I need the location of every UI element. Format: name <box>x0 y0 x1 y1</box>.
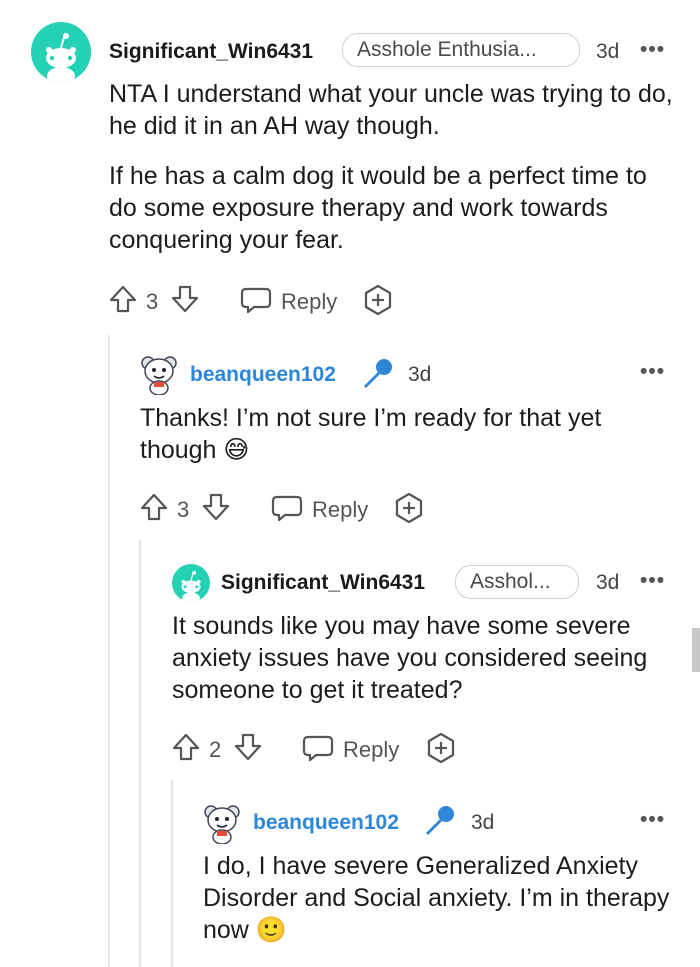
comment-age: 3d <box>408 363 432 386</box>
comment-body: Thanks! I’m not sure I’m ready for that … <box>140 402 660 466</box>
reply-button[interactable]: Reply <box>271 492 371 524</box>
comment-username[interactable]: Significant_Win6431 <box>109 40 313 64</box>
vote-count: 2 <box>209 737 222 762</box>
snoo-avatar-icon <box>181 570 201 602</box>
reply-button[interactable]: Reply <box>240 284 340 316</box>
downvote-icon[interactable] <box>233 732 263 762</box>
comment: Significant_Win6431 Asshol... 3d ••• It … <box>0 556 700 786</box>
comment-body: NTA I understand what your uncle was try… <box>109 78 679 256</box>
comment-paragraph: I do, I have severe Generalized Anxiety … <box>203 852 670 944</box>
vote-count: 3 <box>177 497 190 522</box>
user-avatar[interactable] <box>31 22 91 82</box>
comment-paragraph: If he has a calm dog it would be a perfe… <box>109 162 647 254</box>
reply-label: Reply <box>343 737 400 762</box>
reply-label: Reply <box>281 289 338 314</box>
downvote-icon[interactable] <box>170 284 200 314</box>
upvote-icon[interactable] <box>139 492 169 522</box>
award-icon[interactable] <box>425 732 457 764</box>
user-avatar[interactable] <box>172 564 210 602</box>
comment-age: 3d <box>471 811 495 834</box>
reply-button[interactable]: Reply <box>302 732 402 764</box>
reply-icon <box>240 286 272 319</box>
snoo-avatar-icon <box>46 33 76 82</box>
reply-icon <box>302 734 334 767</box>
comment-body: It sounds like you may have some severe … <box>172 610 672 706</box>
comment-paragraph: NTA I understand what your uncle was try… <box>109 80 673 140</box>
comment-username[interactable]: Significant_Win6431 <box>221 571 425 595</box>
user-flair: Asshol... <box>455 565 579 599</box>
microphone-icon <box>360 357 394 391</box>
more-options-button[interactable]: ••• <box>640 38 665 62</box>
reply-label: Reply <box>312 497 369 522</box>
comment: Significant_Win6431 Asshole Enthusia... … <box>0 0 700 330</box>
comment-username[interactable]: beanqueen102 <box>190 363 336 387</box>
comment-username[interactable]: beanqueen102 <box>253 811 399 835</box>
comment-paragraph: It sounds like you may have some severe … <box>172 612 648 704</box>
upvote-icon[interactable] <box>171 732 201 762</box>
award-icon[interactable] <box>393 492 425 524</box>
user-flair: Asshole Enthusia... <box>342 33 580 67</box>
more-options-button[interactable]: ••• <box>640 569 665 593</box>
more-options-button[interactable]: ••• <box>640 360 665 384</box>
vote-count: 3 <box>146 289 159 314</box>
upvote-icon[interactable] <box>108 284 138 314</box>
comment: beanqueen102 3d ••• I do, I have severe … <box>0 788 700 967</box>
downvote-icon[interactable] <box>201 492 231 522</box>
more-options-button[interactable]: ••• <box>640 808 665 832</box>
snoo-avatar-icon <box>141 356 177 395</box>
snoo-avatar-icon <box>204 805 240 844</box>
award-icon[interactable] <box>362 284 394 316</box>
user-avatar[interactable] <box>203 802 241 844</box>
comment-paragraph: Thanks! I’m not sure I’m ready for that … <box>140 404 602 464</box>
comment-body: I do, I have severe Generalized Anxiety … <box>203 850 673 946</box>
comment: beanqueen102 3d ••• Thanks! I’m not sure… <box>0 340 700 540</box>
comment-age: 3d <box>596 571 620 594</box>
user-avatar[interactable] <box>140 353 178 395</box>
microphone-icon <box>422 804 456 838</box>
reply-icon <box>271 494 303 527</box>
comment-age: 3d <box>596 40 620 63</box>
